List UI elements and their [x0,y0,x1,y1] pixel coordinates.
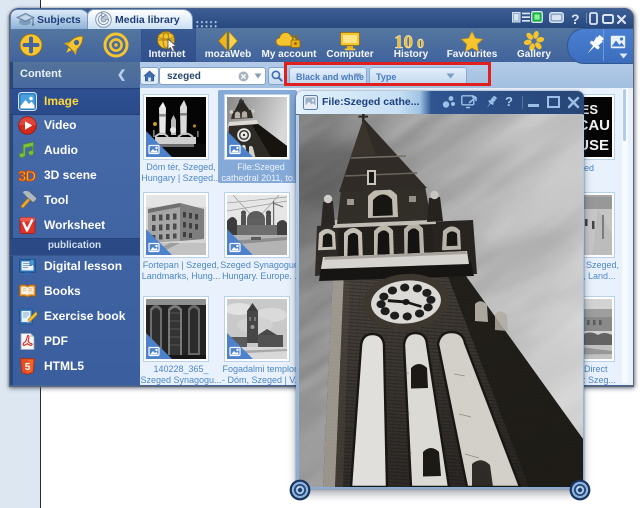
svg-text:3D: 3D [18,168,36,185]
svg-text:5: 5 [25,362,31,373]
